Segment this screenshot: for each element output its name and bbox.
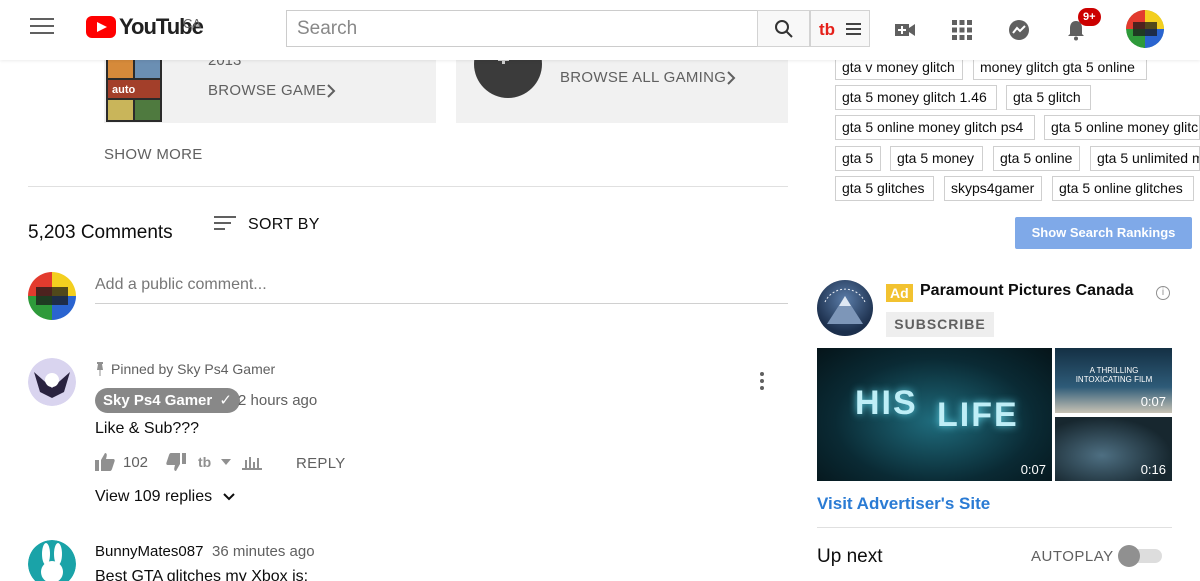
info-icon[interactable]: i bbox=[1156, 286, 1170, 300]
comment-author-badge[interactable]: Sky Ps4 Gamer ✓ bbox=[95, 388, 240, 413]
create-video-icon[interactable] bbox=[893, 18, 917, 42]
thumbnail-title-word: LIFE bbox=[937, 396, 1019, 434]
gta-avatar-icon bbox=[28, 272, 76, 320]
pinned-by-label: Pinned by Sky Ps4 Gamer bbox=[111, 361, 276, 377]
sort-by-button[interactable]: SORT BY bbox=[214, 216, 320, 234]
search-input[interactable]: Search bbox=[286, 10, 758, 47]
comment-text-clip: Best GTA glitches my Xbox is: bbox=[95, 568, 375, 581]
advertiser-name[interactable]: Paramount Pictures Canada bbox=[920, 282, 1133, 300]
comment-actions: 102 tb bbox=[95, 452, 263, 471]
thumbs-up-icon[interactable] bbox=[95, 452, 115, 471]
comment-count: 5,203 Comments bbox=[28, 222, 173, 243]
thumbnail-title-word: HIS bbox=[855, 384, 918, 422]
top-bar: YouTube CA Search tb 9+ bbox=[0, 0, 1200, 60]
comment-text: Best GTA glitches my Xbox is: bbox=[95, 568, 309, 581]
svg-text:auto: auto bbox=[112, 84, 136, 96]
search-button[interactable] bbox=[757, 10, 810, 47]
video-duration: 0:16 bbox=[1140, 462, 1166, 477]
view-replies-button[interactable]: View 109 replies bbox=[95, 488, 235, 506]
svg-text:tb: tb bbox=[819, 20, 835, 39]
comment-text: Like & Sub??? bbox=[95, 420, 200, 437]
subscribe-button[interactable]: SUBSCRIBE bbox=[886, 312, 994, 337]
video-duration: 0:07 bbox=[1140, 394, 1166, 409]
search-icon bbox=[775, 20, 793, 38]
skyps4-avatar-icon bbox=[28, 358, 76, 406]
gta-cover-art-icon: auto bbox=[106, 56, 162, 122]
ad-video-thumbnail[interactable]: 0:16 bbox=[1055, 417, 1172, 481]
show-more-button[interactable]: SHOW MORE bbox=[104, 146, 203, 163]
like-count: 102 bbox=[123, 454, 149, 471]
thumbs-down-icon[interactable] bbox=[166, 452, 187, 471]
divider bbox=[28, 186, 788, 187]
verified-check-icon: ✓ bbox=[219, 392, 232, 409]
country-code: CA bbox=[183, 16, 202, 31]
comment-author: Sky Ps4 Gamer bbox=[103, 392, 213, 409]
video-tag[interactable]: gta 5 unlimited money bbox=[1090, 146, 1200, 171]
analytics-bar-icon[interactable] bbox=[242, 454, 263, 470]
video-tag[interactable]: gta 5 online money glitch bbox=[1044, 115, 1200, 140]
comment-timestamp[interactable]: 2 hours ago bbox=[238, 392, 317, 409]
apps-grid-icon[interactable] bbox=[950, 18, 974, 42]
comment-more-icon[interactable] bbox=[760, 372, 766, 393]
ad-video-thumbnail[interactable]: A THRILLING INTOXICATING FILM 0:07 bbox=[1055, 348, 1172, 413]
chevron-right-icon bbox=[327, 84, 336, 98]
thumbnail-caption: A THRILLING INTOXICATING FILM bbox=[1075, 366, 1153, 384]
video-tag[interactable]: gta 5 money glitch 1.46 bbox=[835, 85, 997, 110]
commenter-avatar[interactable] bbox=[28, 358, 76, 406]
comment-author[interactable]: BunnyMates087 bbox=[95, 543, 203, 560]
ad-badge: Ad bbox=[886, 284, 913, 302]
video-duration: 0:07 bbox=[1020, 462, 1046, 477]
browse-game-link[interactable]: BROWSE GAME bbox=[208, 82, 326, 99]
divider bbox=[817, 527, 1172, 528]
chevron-down-icon bbox=[222, 493, 235, 501]
autoplay-label: AUTOPLAY bbox=[1031, 548, 1114, 565]
svg-text:tb: tb bbox=[198, 454, 211, 470]
video-tag[interactable]: gta 5 online bbox=[993, 146, 1080, 171]
video-tag[interactable]: gta 5 glitches bbox=[835, 176, 934, 201]
user-avatar bbox=[28, 272, 76, 320]
browse-all-gaming-link[interactable]: BROWSE ALL GAMING bbox=[560, 69, 726, 86]
tubebuddy-icon: tb bbox=[819, 20, 861, 39]
advertiser-logo[interactable] bbox=[817, 280, 873, 336]
sort-by-label: SORT BY bbox=[248, 216, 320, 233]
video-tag[interactable]: gta 5 bbox=[835, 146, 881, 171]
view-replies-label: View 109 replies bbox=[95, 488, 213, 505]
notification-count-badge: 9+ bbox=[1078, 8, 1101, 26]
video-tag[interactable]: gta 5 glitch bbox=[1006, 85, 1091, 110]
account-avatar[interactable] bbox=[1126, 10, 1164, 48]
chevron-right-icon bbox=[727, 71, 736, 85]
tubebuddy-button[interactable]: tb bbox=[810, 10, 870, 47]
visit-advertiser-link[interactable]: Visit Advertiser's Site bbox=[817, 494, 990, 514]
sort-icon bbox=[214, 216, 236, 234]
bunny-avatar-icon bbox=[28, 540, 76, 581]
tubebuddy-dropdown-icon[interactable]: tb bbox=[198, 454, 234, 470]
messages-icon[interactable] bbox=[1007, 18, 1031, 42]
youtube-play-icon bbox=[86, 16, 116, 38]
gta-avatar-icon bbox=[1126, 10, 1164, 48]
show-search-rankings-button[interactable]: Show Search Rankings bbox=[1015, 217, 1192, 249]
up-next-label: Up next bbox=[817, 546, 883, 567]
menu-icon[interactable] bbox=[30, 18, 54, 36]
video-tag[interactable]: gta 5 online glitches bbox=[1052, 176, 1194, 201]
pin-icon bbox=[97, 362, 103, 376]
commenter-avatar[interactable] bbox=[28, 540, 76, 581]
reply-button[interactable]: REPLY bbox=[296, 455, 346, 472]
autoplay-toggle-knob[interactable] bbox=[1118, 545, 1140, 567]
video-tag[interactable]: skyps4gamer bbox=[944, 176, 1042, 201]
ad-video-thumbnail[interactable]: HIS LIFE 0:07 bbox=[817, 348, 1052, 481]
video-tag[interactable]: gta 5 money bbox=[890, 146, 983, 171]
paramount-mountain-icon bbox=[824, 288, 866, 324]
comment-timestamp[interactable]: 36 minutes ago bbox=[212, 543, 315, 560]
add-comment-input[interactable]: Add a public comment... bbox=[95, 276, 788, 304]
video-tag[interactable]: gta 5 online money glitch ps4 bbox=[835, 115, 1035, 140]
